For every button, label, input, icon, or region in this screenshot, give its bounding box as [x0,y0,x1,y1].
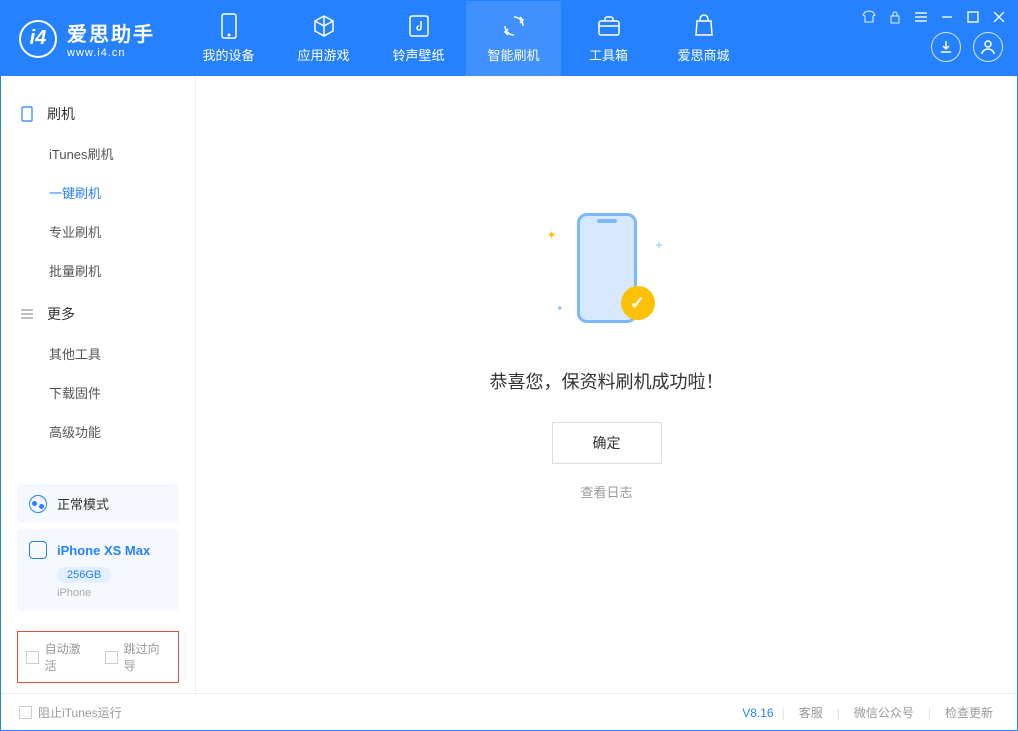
storage-badge: 256GB [57,567,111,583]
nav-ringtones[interactable]: 铃声壁纸 [371,1,466,76]
nav-store[interactable]: 爱思商城 [656,1,751,76]
nav-label: 应用游戏 [297,45,349,64]
flash-options-highlighted: 自动激活 跳过向导 [17,631,179,683]
user-button[interactable] [973,32,1003,62]
sidebar-item-advanced[interactable]: 高级功能 [1,412,195,451]
nav-my-device[interactable]: 我的设备 [181,1,276,76]
sparkle-icon: ✦ [557,304,564,313]
status-bar: 阻止iTunes运行 V8.16 | 客服 | 微信公众号 | 检查更新 [1,693,1017,731]
update-link[interactable]: 检查更新 [939,704,999,721]
checkbox-icon [105,651,118,664]
sidebar-more-header: 更多 [1,294,195,334]
menu-icon[interactable] [913,9,929,25]
success-message: 恭喜您，保资料刷机成功啦！ [490,368,724,394]
nav-label: 我的设备 [202,45,254,64]
block-itunes-checkbox[interactable]: 阻止iTunes运行 [19,704,122,721]
mode-label: 正常模式 [57,494,109,513]
device-type: iPhone [57,587,167,599]
mode-icon [29,495,47,513]
nav-label: 爱思商城 [677,45,729,64]
nav-label: 智能刷机 [487,45,539,64]
skip-guide-checkbox[interactable]: 跳过向导 [105,640,170,674]
version-label: V8.16 [742,706,773,720]
device-card[interactable]: iPhone XS Max 256GB iPhone [17,529,179,611]
maximize-button[interactable] [965,9,981,25]
nav-apps[interactable]: 应用游戏 [276,1,371,76]
sparkle-icon: + [655,238,662,252]
auto-activate-checkbox[interactable]: 自动激活 [26,640,91,674]
cube-icon [311,13,337,39]
checkbox-icon [19,706,32,719]
sidebar-item-download-firmware[interactable]: 下载固件 [1,373,195,412]
nav-flash[interactable]: 智能刷机 [466,1,561,76]
view-log-link[interactable]: 查看日志 [580,482,632,501]
success-illustration: ✦ + ✦ ✓ [527,188,687,348]
main-nav: 我的设备 应用游戏 铃声壁纸 智能刷机 工具箱 爱思商城 [181,1,751,76]
minimize-button[interactable] [939,9,955,25]
sidebar-item-other-tools[interactable]: 其他工具 [1,334,195,373]
device-icon [29,541,47,559]
refresh-icon [501,13,527,39]
bag-icon [691,13,717,39]
phone-icon [19,106,35,122]
main-content: ✦ + ✦ ✓ 恭喜您，保资料刷机成功啦！ 确定 查看日志 [196,76,1017,693]
shirt-icon[interactable] [861,9,877,25]
wechat-link[interactable]: 微信公众号 [848,704,920,721]
sidebar-item-itunes-flash[interactable]: iTunes刷机 [1,134,195,173]
lock-icon[interactable] [887,9,903,25]
check-badge-icon: ✓ [621,286,655,320]
device-name: iPhone XS Max [57,543,150,558]
app-subtitle: www.i4.cn [67,47,155,59]
close-button[interactable] [991,9,1007,25]
sparkle-icon: ✦ [547,228,557,242]
sidebar: 刷机 iTunes刷机 一键刷机 专业刷机 批量刷机 更多 其他工具 下载固件 … [1,76,196,693]
nav-toolbox[interactable]: 工具箱 [561,1,656,76]
ok-button[interactable]: 确定 [552,422,662,464]
list-icon [19,306,35,322]
checkbox-icon [26,651,39,664]
nav-label: 工具箱 [589,45,628,64]
sidebar-item-pro-flash[interactable]: 专业刷机 [1,212,195,251]
toolbox-icon [596,13,622,39]
app-title: 爱思助手 [67,18,155,47]
logo-icon: i4 [19,20,57,58]
window-controls [861,9,1007,25]
app-logo: i4 爱思助手 www.i4.cn [1,18,181,59]
sidebar-item-oneclick-flash[interactable]: 一键刷机 [1,173,195,212]
support-link[interactable]: 客服 [793,704,829,721]
device-icon [216,13,242,39]
nav-label: 铃声壁纸 [392,45,444,64]
download-button[interactable] [931,32,961,62]
header-actions [931,32,1003,62]
music-icon [406,13,432,39]
device-mode-status[interactable]: 正常模式 [17,484,179,523]
sidebar-item-batch-flash[interactable]: 批量刷机 [1,251,195,290]
title-bar: i4 爱思助手 www.i4.cn 我的设备 应用游戏 铃声壁纸 智能刷机 工具… [1,1,1017,76]
sidebar-flash-header: 刷机 [1,94,195,134]
